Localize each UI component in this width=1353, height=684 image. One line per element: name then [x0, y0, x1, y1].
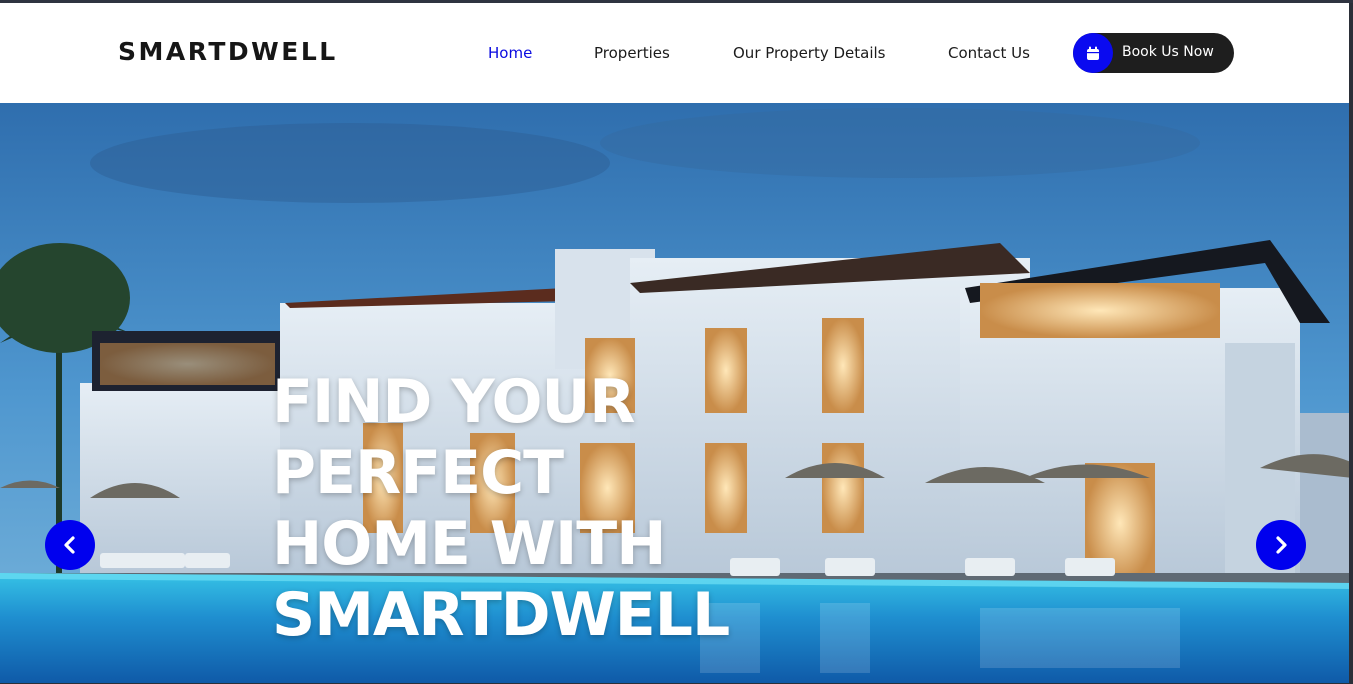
chevron-right-icon [1276, 536, 1287, 554]
hero-headline-line: FIND YOUR [272, 367, 635, 438]
nav-properties-link[interactable]: Properties [594, 44, 670, 62]
hero-headline-line: HOME WITH [272, 509, 666, 580]
calendar-icon [1073, 33, 1113, 73]
chevron-left-icon [64, 536, 75, 554]
hero-headline-line: PERFECT [272, 438, 564, 509]
slider-prev-button[interactable] [45, 520, 95, 570]
top-navbar: SMARTDWELL Home Properties Our Property … [0, 3, 1349, 103]
site-logo[interactable]: SMARTDWELL [118, 37, 338, 66]
slider-next-button[interactable] [1256, 520, 1306, 570]
nav-contact-link[interactable]: Contact Us [948, 44, 1030, 62]
hero-headline-line: SMARTDWELL [272, 580, 730, 651]
window-right-border [1349, 3, 1353, 684]
book-us-now-button[interactable]: Book Us Now [1073, 33, 1234, 73]
hero-headline: FIND YOUR PERFECT HOME WITH SMARTDWELL [272, 367, 792, 651]
book-us-now-label: Book Us Now [1122, 44, 1214, 60]
nav-property-details-link[interactable]: Our Property Details [733, 44, 886, 62]
hero-slider: FIND YOUR PERFECT HOME WITH SMARTDWELL [0, 103, 1353, 683]
nav-home-link[interactable]: Home [488, 44, 532, 62]
